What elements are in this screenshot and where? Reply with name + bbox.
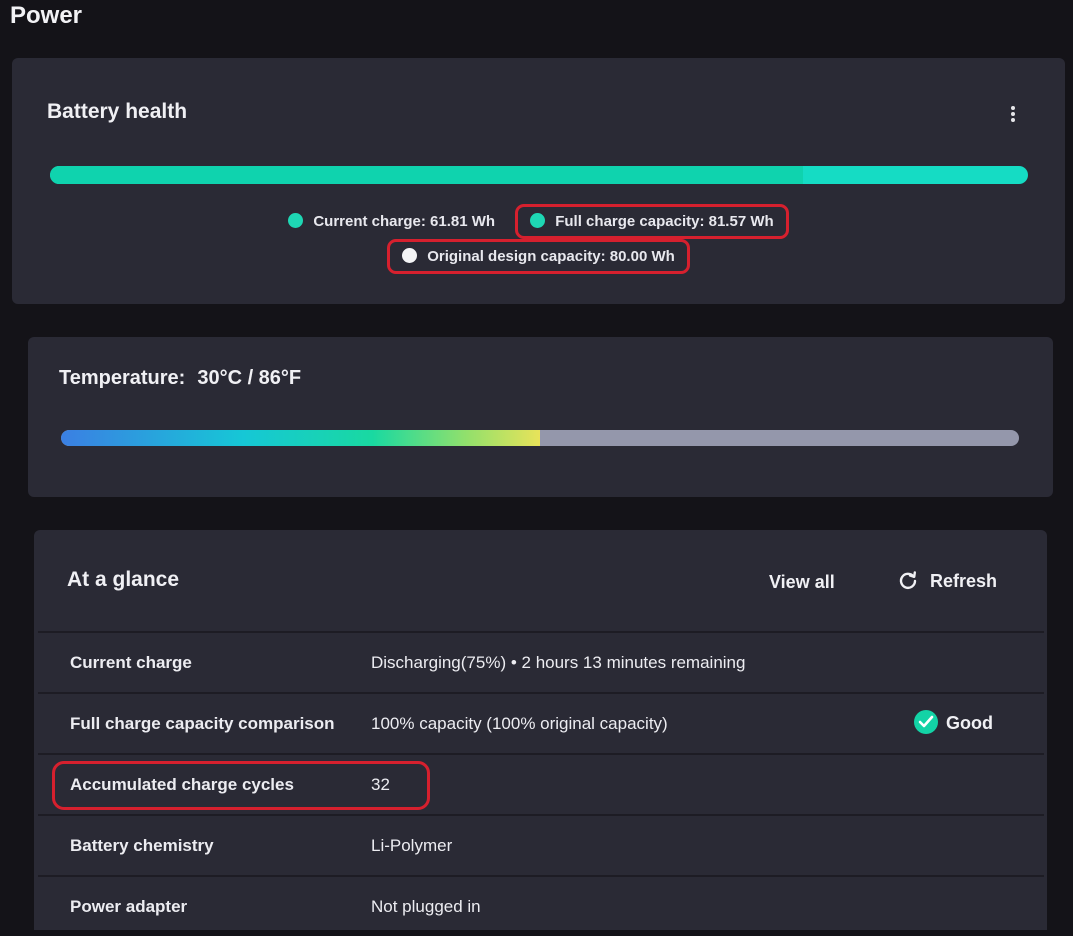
battery-health-card: Battery health Current charge: 61.81 Wh …: [12, 58, 1065, 304]
glance-row-battery-chemistry: Battery chemistry Li-Polymer: [38, 814, 1044, 875]
check-icon: [914, 710, 938, 734]
row-value: 100% capacity (100% original capacity): [371, 714, 668, 733]
legend-full-charge-capacity-text: Full charge capacity: 81.57 Wh: [555, 213, 774, 230]
row-label: Current charge: [70, 653, 192, 672]
refresh-icon: [898, 570, 918, 590]
legend-full-charge-capacity: Full charge capacity: 81.57 Wh: [515, 204, 789, 239]
status-badge: Good: [914, 710, 993, 734]
status-badge-label: Good: [946, 713, 993, 733]
legend-original-design-capacity: Original design capacity: 80.00 Wh: [387, 239, 690, 274]
row-value: 32: [371, 775, 390, 794]
at-a-glance-table: Current charge Discharging(75%) • 2 hour…: [38, 631, 1044, 936]
temperature-title: Temperature: 30°C / 86°F: [59, 367, 301, 390]
battery-legend-row-2: Original design capacity: 80.00 Wh: [12, 239, 1065, 274]
refresh-label: Refresh: [930, 571, 998, 591]
glance-row-charge-cycles: Accumulated charge cycles 32: [38, 753, 1044, 814]
battery-health-title: Battery health: [47, 100, 188, 123]
refresh-button[interactable]: Refresh: [898, 570, 997, 592]
row-label: Power adapter: [70, 897, 188, 916]
legend-current-charge-text: Current charge: 61.81 Wh: [313, 213, 496, 230]
teal-dot-icon: [288, 213, 304, 228]
temperature-card: Temperature: 30°C / 86°F: [28, 337, 1053, 497]
temperature-bar-fill: [61, 430, 540, 446]
at-a-glance-title: At a glance: [67, 568, 180, 591]
row-label: Battery chemistry: [70, 836, 214, 855]
legend-original-design-capacity-text: Original design capacity: 80.00 Wh: [427, 248, 675, 265]
teal-dot-icon: [530, 213, 546, 228]
row-label: Full charge capacity comparison: [70, 714, 335, 733]
battery-health-bar-fill: [50, 166, 804, 184]
temperature-bar: [61, 430, 1019, 446]
more-options-icon[interactable]: [1009, 106, 1017, 126]
glance-row-full-charge-comparison: Full charge capacity comparison 100% cap…: [38, 692, 1044, 753]
at-a-glance-card: At a glance View all Refresh Current cha…: [34, 530, 1047, 930]
view-all-link[interactable]: View all: [769, 572, 835, 593]
temperature-label: Temperature:: [59, 367, 186, 389]
row-value: Discharging(75%) • 2 hours 13 minutes re…: [371, 653, 746, 672]
legend-current-charge: Current charge: 61.81 Wh: [288, 213, 495, 230]
row-value: Li-Polymer: [371, 836, 453, 855]
temperature-value: 30°C / 86°F: [197, 367, 302, 389]
row-value: Not plugged in: [371, 897, 481, 916]
battery-health-bar: [50, 166, 1028, 184]
glance-row-current-charge: Current charge Discharging(75%) • 2 hour…: [38, 631, 1044, 692]
row-label: Accumulated charge cycles: [70, 775, 294, 794]
white-dot-icon: [402, 248, 418, 263]
battery-legend-row: Current charge: 61.81 Wh Full charge cap…: [12, 204, 1065, 239]
page-title: Power: [10, 2, 83, 29]
glance-row-power-adapter: Power adapter Not plugged in: [38, 875, 1044, 936]
